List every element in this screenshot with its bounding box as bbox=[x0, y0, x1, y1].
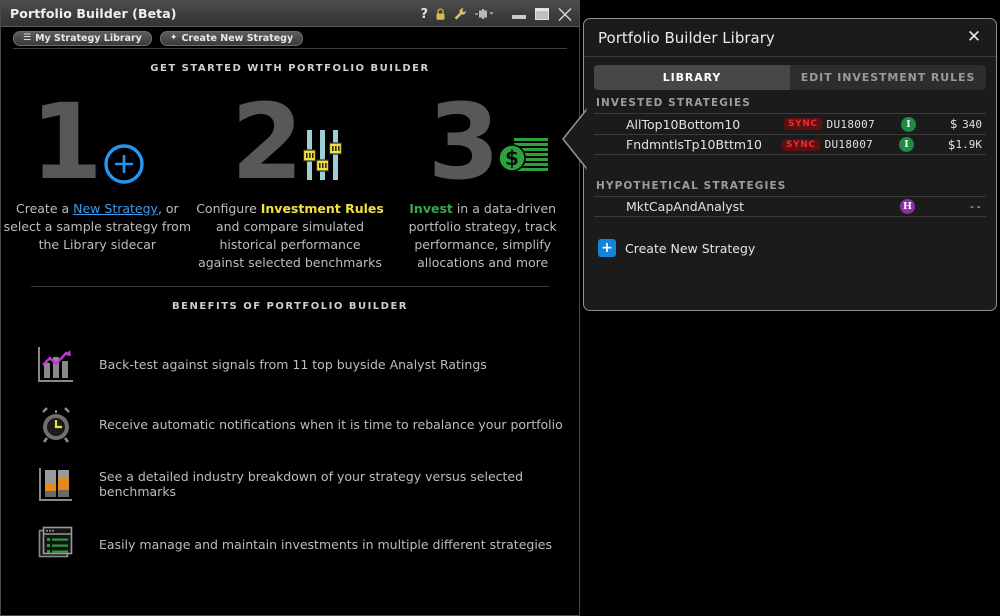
screen: Portfolio Builder (Beta) ? ☰ My Strategy… bbox=[0, 0, 1000, 616]
account-number: DU18007 bbox=[826, 117, 876, 131]
step-1-number: 1 bbox=[30, 81, 103, 203]
library-panel-title: Portfolio Builder Library bbox=[598, 28, 775, 47]
strategy-name: FndmntlsTp10Bttm10 bbox=[626, 137, 762, 152]
step-3-number: 3 bbox=[427, 81, 501, 203]
portfolio-builder-window: Portfolio Builder (Beta) ? ☰ My Strategy… bbox=[0, 0, 580, 616]
library-panel-header: Portfolio Builder Library ✕ bbox=[584, 19, 996, 57]
window-controls: ? bbox=[420, 1, 573, 27]
sync-badge: SYNC bbox=[782, 138, 820, 151]
close-icon[interactable] bbox=[557, 5, 573, 23]
tab-my-strategy-library-label: My Strategy Library bbox=[35, 32, 142, 44]
currency-symbol: $ bbox=[947, 137, 956, 152]
benefits-list: Back-test against signals from 11 top bu… bbox=[1, 334, 579, 574]
hypothetical-strategies-heading: HYPOTHETICAL STRATEGIES bbox=[596, 180, 787, 192]
step-2-badge: 2 bbox=[205, 90, 375, 194]
maximize-icon[interactable] bbox=[534, 5, 550, 23]
get-started-heading: GET STARTED WITH PORTFOLIO BUILDER bbox=[150, 63, 430, 74]
menu-icon: ☰ bbox=[23, 33, 32, 43]
benefit-text: See a detailed industry breakdown of you… bbox=[99, 469, 524, 499]
benefit-text: Receive automatic notifications when it … bbox=[99, 416, 563, 432]
sync-badge: SYNC bbox=[784, 118, 822, 130]
tab-my-strategy-library[interactable]: ☰ My Strategy Library bbox=[13, 30, 152, 46]
currency-symbol: $ bbox=[950, 117, 958, 131]
library-panel-tabs: LIBRARY EDIT INVESTMENT RULES bbox=[594, 65, 986, 90]
step-2: 2 Configure Investment Rules and compare… bbox=[194, 90, 387, 272]
window-title: Portfolio Builder (Beta) bbox=[10, 6, 177, 21]
benefit-text: Back-test against signals from 11 top bu… bbox=[99, 356, 487, 372]
invested-strategies-list: AllTop10Bottom10 SYNC DU18007 I $ 340 Fn… bbox=[594, 113, 986, 155]
close-icon[interactable]: ✕ bbox=[964, 29, 984, 46]
create-new-strategy-button[interactable]: + Create New Strategy bbox=[598, 239, 996, 257]
step-3-badge: 3 $ bbox=[398, 90, 568, 194]
step-1-text: Create a New Strategy, or select a sampl… bbox=[3, 200, 191, 254]
amount-value: 340 bbox=[962, 117, 982, 131]
new-strategy-link[interactable]: New Strategy bbox=[73, 201, 158, 216]
benefit-item: Back-test against signals from 11 top bu… bbox=[1, 334, 579, 394]
lock-icon[interactable] bbox=[435, 5, 446, 23]
step-3: 3 $ Invest in a data-driven portfolio st… bbox=[386, 90, 579, 272]
hypothetical-strategies-list: MktCapAndAnalyst H -- bbox=[594, 196, 986, 217]
create-new-strategy-label: Create New Strategy bbox=[625, 240, 756, 256]
portfolio-builder-library-panel: Portfolio Builder Library ✕ LIBRARY EDIT… bbox=[583, 18, 997, 311]
strategy-name: MktCapAndAnalyst bbox=[626, 199, 745, 214]
bar-chart-trend-icon bbox=[33, 344, 79, 384]
step-2-text: Configure Investment Rules and compare s… bbox=[196, 200, 384, 272]
benefit-item: See a detailed industry breakdown of you… bbox=[1, 454, 579, 514]
svg-text:$: $ bbox=[505, 146, 519, 170]
plus-icon: + bbox=[598, 239, 616, 257]
invested-strategies-heading: INVESTED STRATEGIES bbox=[596, 97, 751, 109]
step-1-text-part-0: Create a bbox=[15, 201, 74, 216]
main-content: GET STARTED WITH PORTFOLIO BUILDER 1 Cre… bbox=[1, 49, 579, 615]
step-1-badge: 1 bbox=[12, 90, 182, 194]
strategy-name: AllTop10Bottom10 bbox=[626, 116, 741, 132]
step-3-text: Invest in a data-driven portfolio strate… bbox=[389, 200, 577, 272]
tab-edit-investment-rules[interactable]: EDIT INVESTMENT RULES bbox=[790, 65, 986, 90]
get-started-steps: 1 Create a New Strategy, or select a sam… bbox=[1, 90, 579, 272]
plus-star-icon: ✦ bbox=[169, 33, 178, 43]
step-2-text-part-2: and compare simulated historical perform… bbox=[198, 219, 382, 270]
investment-rules-highlight: Investment Rules bbox=[260, 201, 384, 216]
invested-badge: I bbox=[901, 116, 917, 132]
invest-highlight: Invest bbox=[409, 201, 453, 216]
hypothetical-badge: H bbox=[900, 199, 915, 214]
tab-create-new-strategy-label: Create New Strategy bbox=[181, 32, 294, 44]
table-row[interactable]: FndmntlsTp10Bttm10 SYNC DU18007 I $ 1.9K bbox=[594, 134, 986, 155]
list-window-icon bbox=[33, 524, 79, 564]
benefits-heading: BENEFITS OF PORTFOLIO BUILDER bbox=[172, 301, 408, 312]
help-icon[interactable]: ? bbox=[420, 5, 428, 23]
account-number: DU18007 bbox=[824, 138, 874, 151]
tab-library[interactable]: LIBRARY bbox=[594, 65, 790, 90]
money-icon: $ bbox=[497, 132, 550, 184]
wrench-icon[interactable] bbox=[453, 5, 467, 23]
plus-circle-icon bbox=[102, 142, 146, 190]
tab-create-new-strategy[interactable]: ✦ Create New Strategy bbox=[159, 30, 304, 46]
step-1: 1 Create a New Strategy, or select a sam… bbox=[1, 90, 194, 272]
sliders-icon bbox=[302, 126, 345, 188]
step-2-text-part-0: Configure bbox=[196, 201, 261, 216]
alarm-clock-icon bbox=[33, 404, 79, 444]
table-row[interactable]: AllTop10Bottom10 SYNC DU18007 I $ 340 bbox=[594, 113, 986, 134]
minimize-icon[interactable] bbox=[511, 5, 527, 23]
window-titlebar: Portfolio Builder (Beta) ? bbox=[1, 1, 579, 27]
industry-breakdown-icon bbox=[33, 464, 79, 504]
table-row[interactable]: MktCapAndAnalyst H -- bbox=[594, 196, 986, 217]
benefit-text: Easily manage and maintain investments i… bbox=[99, 536, 552, 552]
amount-value: -- bbox=[968, 200, 982, 213]
pin-icon[interactable] bbox=[474, 5, 496, 23]
invested-badge: I bbox=[899, 137, 914, 152]
benefit-item: Easily manage and maintain investments i… bbox=[1, 514, 579, 574]
benefit-item: Receive automatic notifications when it … bbox=[1, 394, 579, 454]
amount-value: 1.9K bbox=[955, 138, 983, 151]
window-tabstrip: ☰ My Strategy Library ✦ Create New Strat… bbox=[1, 27, 579, 49]
content-divider bbox=[31, 286, 549, 287]
callout-arrow-icon bbox=[559, 108, 590, 170]
step-2-number: 2 bbox=[231, 81, 304, 203]
